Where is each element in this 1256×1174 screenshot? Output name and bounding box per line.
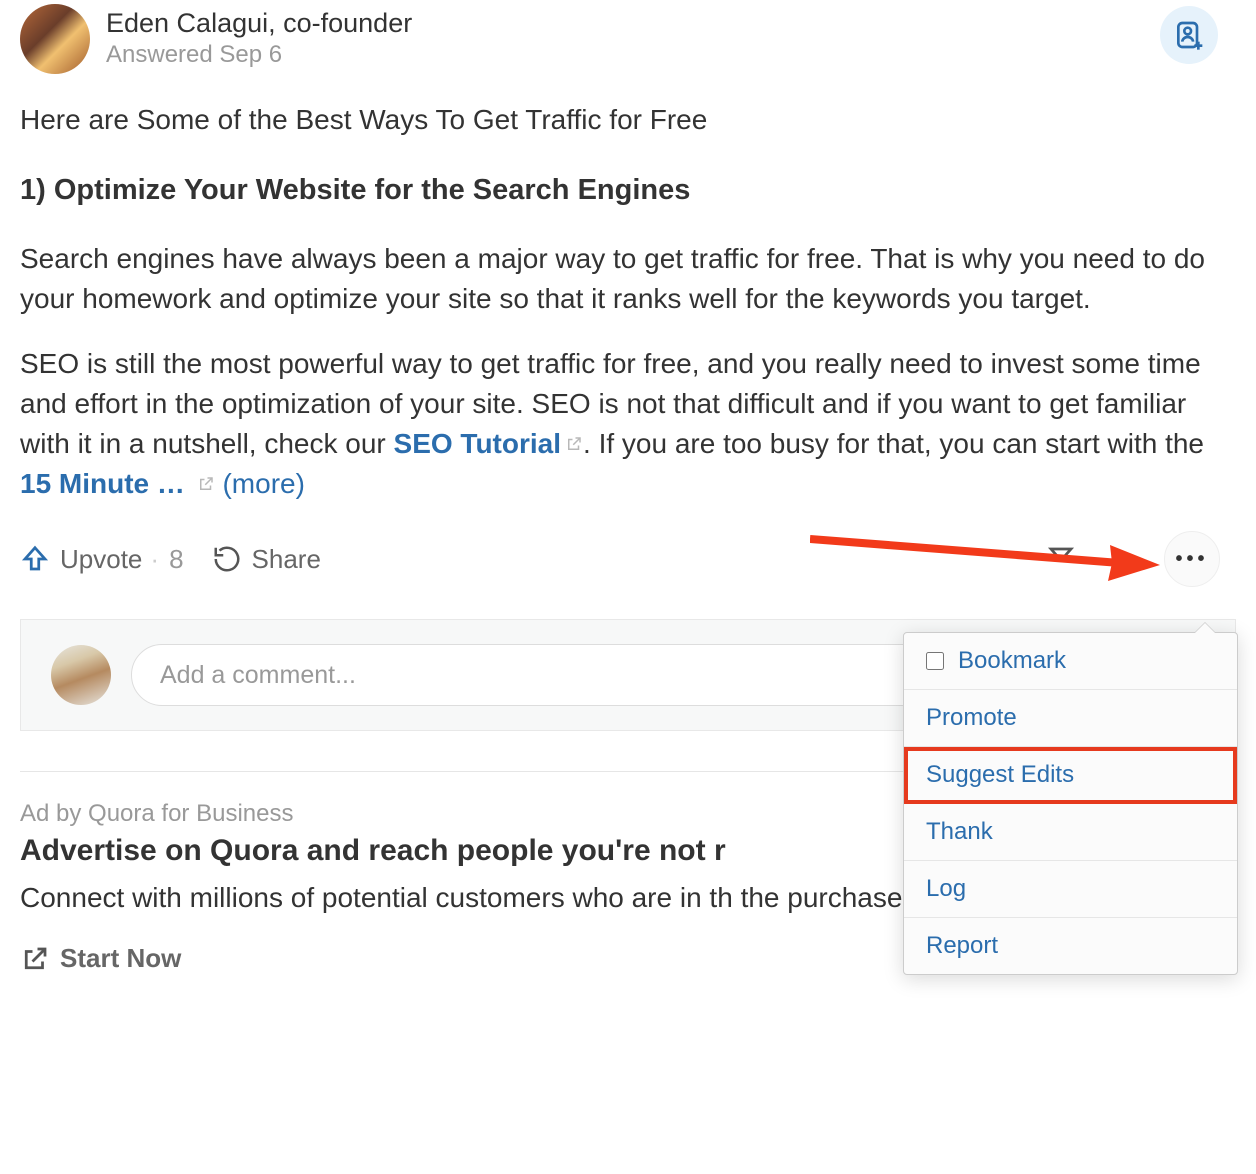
- share-button[interactable]: Share: [212, 544, 321, 575]
- follow-author-button[interactable]: [1160, 6, 1218, 64]
- external-link-icon: [565, 424, 583, 464]
- author-avatar[interactable]: [20, 4, 90, 74]
- upvote-button[interactable]: Upvote · 8: [20, 544, 184, 575]
- answer-header: Eden Calagui, co-founder Answered Sep 6: [20, 0, 1236, 74]
- bookmark-checkbox[interactable]: [926, 652, 944, 670]
- answer-body: Here are Some of the Best Ways To Get Tr…: [20, 100, 1236, 503]
- more-options-menu: Bookmark Promote Suggest Edits Thank Log…: [903, 632, 1238, 975]
- more-link[interactable]: (more): [222, 468, 304, 499]
- annotation-arrow: [810, 533, 1160, 589]
- dots-icon: •••: [1175, 548, 1208, 571]
- paragraph-1: Search engines have always been a major …: [20, 239, 1236, 319]
- menu-item-thank[interactable]: Thank: [904, 804, 1237, 861]
- menu-item-bookmark[interactable]: Bookmark: [904, 633, 1237, 690]
- menu-item-suggest-edits[interactable]: Suggest Edits: [904, 747, 1237, 804]
- comment-placeholder: Add a comment...: [160, 661, 356, 690]
- share-icon: [212, 544, 242, 574]
- menu-item-report[interactable]: Report: [904, 918, 1237, 974]
- share-label: Share: [252, 544, 321, 575]
- author-name[interactable]: Eden Calagui, co-founder: [106, 8, 412, 39]
- answered-date[interactable]: Answered Sep 6: [106, 41, 412, 69]
- external-link-icon: [197, 464, 215, 504]
- action-bar: Upvote · 8 Share •••: [20, 529, 1236, 589]
- upvote-count: 8: [169, 544, 183, 575]
- menu-item-promote[interactable]: Promote: [904, 690, 1237, 747]
- paragraph-2: SEO is still the most powerful way to ge…: [20, 344, 1236, 503]
- more-options-button[interactable]: •••: [1164, 531, 1220, 587]
- add-person-icon: [1173, 19, 1205, 51]
- external-link-icon: [20, 944, 50, 974]
- current-user-avatar[interactable]: [51, 645, 111, 705]
- link-15-minute[interactable]: 15 Minute …: [20, 468, 185, 499]
- menu-item-log[interactable]: Log: [904, 861, 1237, 918]
- upvote-icon: [20, 544, 50, 574]
- author-block: Eden Calagui, co-founder Answered Sep 6: [106, 4, 412, 69]
- section-heading: 1) Optimize Your Website for the Search …: [20, 170, 1236, 211]
- intro-text: Here are Some of the Best Ways To Get Tr…: [20, 100, 1236, 140]
- downvote-icon: [1046, 539, 1076, 569]
- downvote-button[interactable]: [1046, 539, 1076, 576]
- upvote-label: Upvote: [60, 544, 142, 575]
- link-seo-tutorial[interactable]: SEO Tutorial: [394, 428, 562, 459]
